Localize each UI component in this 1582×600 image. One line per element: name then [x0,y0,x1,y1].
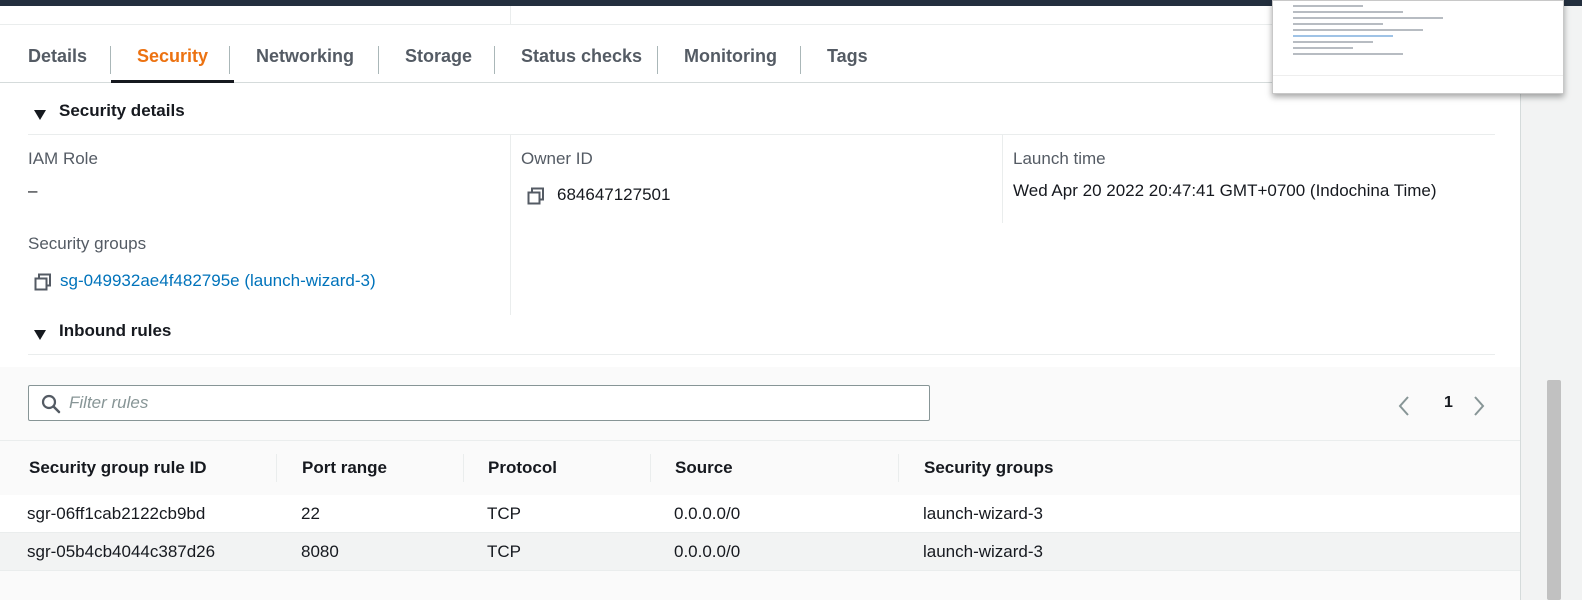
inbound-rules-table-area: 1 Security group rule ID Port range Prot… [0,367,1520,600]
port-range-cell: 22 [301,504,320,523]
scrollbar-thumb[interactable] [1547,380,1561,600]
launch-time-label: Launch time [1013,149,1106,168]
protocol-cell: TCP [487,504,521,523]
iam-role-label: IAM Role [28,149,98,168]
tab-networking[interactable]: Networking [256,24,354,82]
security-group-link[interactable]: sg-049932ae4f482795e (launch-wizard-3) [60,271,376,291]
caret-down-icon [34,110,46,120]
security-details-header[interactable]: Security details [28,96,1495,135]
column-header[interactable]: Security group rule ID [29,441,207,495]
port-range-cell: 8080 [301,542,339,561]
table-row[interactable]: sgr-05b4cb4044c387d26 8080 TCP 0.0.0.0/0… [0,533,1520,571]
instance-details-panel: Details Security Networking Storage Stat… [0,6,1521,600]
column-header[interactable]: Port range [302,441,387,495]
tab-tags[interactable]: Tags [827,24,868,82]
tab-monitoring[interactable]: Monitoring [684,24,777,82]
tab-details[interactable]: Details [28,24,87,82]
inbound-rules-title: Inbound rules [59,321,172,340]
security-group-cell: launch-wizard-3 [923,542,1043,561]
column-header[interactable]: Source [675,441,733,495]
source-cell: 0.0.0.0/0 [674,542,741,561]
source-cell: 0.0.0.0/0 [674,504,741,523]
tab-status-checks[interactable]: Status checks [521,24,642,82]
security-group-cell: launch-wizard-3 [923,504,1043,523]
filter-rules-input[interactable] [69,386,909,420]
security-groups-label: Security groups [28,234,147,253]
protocol-cell: TCP [487,542,521,561]
rule-id-cell: sgr-05b4cb4044c387d26 [27,542,216,561]
owner-id-value: 684647127501 [557,185,671,204]
launch-time-value: Wed Apr 20 2022 20:47:41 GMT+0700 (Indoc… [1013,181,1437,200]
filter-rules-field[interactable] [28,385,930,421]
window-preview-thumbnail[interactable] [1272,0,1564,94]
chevron-left-icon[interactable] [1397,395,1411,422]
inbound-rules-header[interactable]: Inbound rules [28,316,1495,355]
table-row[interactable]: sgr-06ff1cab2122cb9bd 22 TCP 0.0.0.0/0 l… [0,495,1520,533]
caret-down-icon [34,330,46,340]
column-header[interactable]: Security groups [924,441,1053,495]
search-icon [41,394,61,419]
page-number[interactable]: 1 [1444,394,1453,412]
table-header: Security group rule ID Port range Protoc… [0,440,1520,496]
tab-security[interactable]: Security [110,24,235,83]
tab-storage[interactable]: Storage [405,24,472,82]
rule-id-cell: sgr-06ff1cab2122cb9bd [27,504,206,523]
iam-role-value: – [28,181,38,200]
chevron-right-icon[interactable] [1472,395,1486,422]
security-details-title: Security details [59,101,185,120]
column-header[interactable]: Protocol [488,441,557,495]
copy-icon[interactable] [527,187,545,205]
copy-icon[interactable] [34,273,52,291]
owner-id-label: Owner ID [521,149,593,168]
